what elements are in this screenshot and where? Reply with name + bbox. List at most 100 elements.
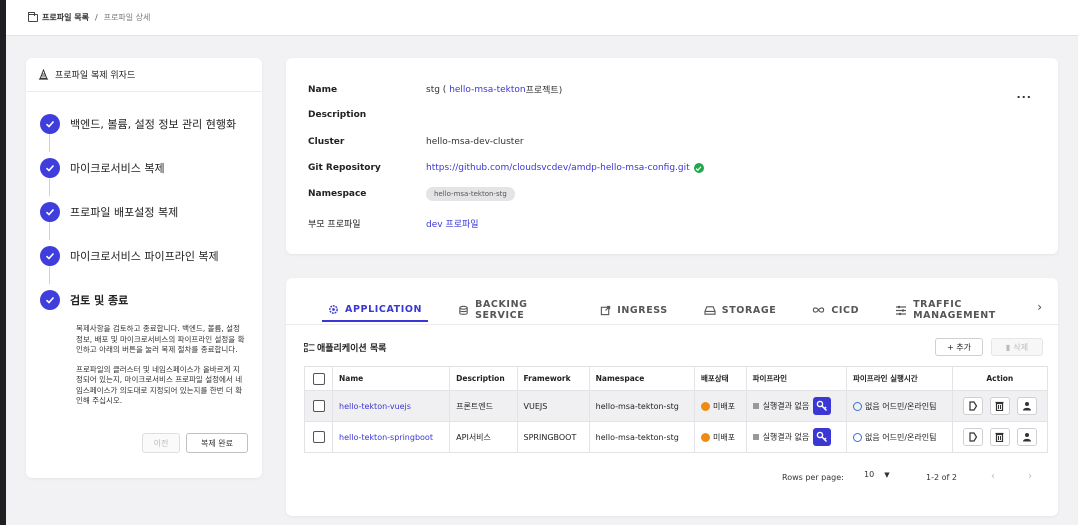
prev-page-icon[interactable]: ‹ bbox=[991, 471, 995, 482]
breadcrumb-separator: / bbox=[94, 13, 98, 22]
external-link-icon bbox=[600, 305, 611, 316]
clone-wizard-panel: 프로파일 복제 위자드 백엔드, 볼륨, 설정 정보 관리 현행화 마이크로서비… bbox=[26, 58, 262, 478]
column-header[interactable]: Name bbox=[331, 366, 451, 391]
tab-backing-service[interactable]: BACKING SERVICE bbox=[452, 298, 570, 322]
trash-icon[interactable] bbox=[989, 397, 1010, 415]
info-row-cluster: Cluster hello-msa-dev-cluster bbox=[308, 137, 524, 147]
key-icon[interactable] bbox=[813, 428, 832, 446]
more-menu-button[interactable]: ... bbox=[1016, 88, 1032, 101]
clone-complete-button[interactable]: 복제 완료 bbox=[186, 433, 248, 453]
warning-icon bbox=[700, 432, 710, 442]
git-repo-link[interactable]: https://github.com/cloudsvcdev/amdp-hell… bbox=[426, 163, 690, 173]
tab-application[interactable]: APPLICATION bbox=[322, 298, 429, 322]
breadcrumb: 프로파일 목록 / 프로파일 상세 bbox=[6, 0, 1078, 36]
app-name-link[interactable]: hello-tekton-vuejs bbox=[339, 402, 411, 411]
wizard-step-5[interactable]: 검토 및 종료 bbox=[40, 278, 262, 322]
pipeline-time-cell: 없음 어드민/온라인팀 bbox=[846, 421, 953, 453]
info-key: 부모 프로파일 bbox=[308, 220, 361, 230]
rows-per-page-select[interactable]: 10 ▼ bbox=[864, 470, 890, 479]
breadcrumb-current: 프로파일 상세 bbox=[103, 13, 151, 22]
wizard-buttons: 이전 복제 완료 bbox=[142, 433, 248, 453]
app-name-link[interactable]: hello-tekton-springboot bbox=[339, 433, 433, 442]
check-circle-icon bbox=[40, 202, 60, 222]
tab-label: CICD bbox=[831, 304, 860, 316]
table-row[interactable]: hello-tekton-springboot API서비스 SPRINGBOO… bbox=[304, 421, 1049, 453]
tab-storage[interactable]: STORAGE bbox=[698, 298, 783, 322]
prev-button[interactable]: 이전 bbox=[142, 433, 180, 453]
wizard-step-label: 백엔드, 볼륨, 설정 정보 관리 현행화 bbox=[70, 118, 237, 131]
wizard-step-label: 마이크로서비스 파이프라인 복제 bbox=[70, 250, 219, 263]
info-key: Git Repository bbox=[308, 163, 381, 173]
trash-icon[interactable] bbox=[989, 428, 1010, 446]
name-cell: hello-tekton-springboot bbox=[331, 421, 451, 453]
wizard-step-1[interactable]: 백엔드, 볼륨, 설정 정보 관리 현행화 bbox=[40, 102, 262, 146]
run-pipeline-icon[interactable] bbox=[962, 397, 983, 415]
deploy-status-text: 미배포 bbox=[712, 432, 736, 442]
rows-per-page-value: 10 bbox=[864, 470, 875, 479]
framework-cell: VUEJS bbox=[516, 390, 590, 422]
wizard-step-3[interactable]: 프로파일 배포설정 복제 bbox=[40, 190, 262, 234]
drive-icon bbox=[704, 305, 716, 316]
trash-icon: ▮ bbox=[1005, 342, 1011, 352]
wizard-steps: 백엔드, 볼륨, 설정 정보 관리 현행화 마이크로서비스 복제 프로파일 배포… bbox=[26, 92, 262, 322]
namespace-cell: hello-msa-tekton-stg bbox=[588, 421, 695, 453]
wizard-step-2[interactable]: 마이크로서비스 복제 bbox=[40, 146, 262, 190]
deploy-status-cell: 미배포 bbox=[693, 421, 747, 453]
run-pipeline-icon[interactable] bbox=[962, 428, 983, 446]
wizard-step-label: 검토 및 종료 bbox=[70, 294, 129, 307]
infinity-icon bbox=[812, 306, 825, 314]
key-icon[interactable] bbox=[813, 397, 832, 415]
tabs-scroll-right-icon[interactable]: › bbox=[1037, 300, 1042, 314]
tab-ingress[interactable]: INGRESS bbox=[594, 298, 674, 322]
table-row[interactable]: hello-tekton-vuejs 프론트엔드 VUEJS hello-msa… bbox=[304, 390, 1049, 422]
info-value: hello-msa-dev-cluster bbox=[426, 137, 524, 147]
column-header[interactable]: Namespace bbox=[588, 366, 695, 391]
tab-label: STORAGE bbox=[721, 304, 777, 316]
action-cell bbox=[951, 390, 1049, 422]
pipeline-text: 실행결과 없음 bbox=[762, 401, 810, 411]
verified-check-icon bbox=[693, 163, 704, 173]
column-header: Action bbox=[951, 366, 1049, 391]
breadcrumb-root[interactable]: 프로파일 목록 bbox=[42, 12, 89, 23]
column-header[interactable]: 배포상태 bbox=[693, 366, 747, 391]
add-button[interactable]: + 추가 bbox=[935, 338, 983, 356]
next-page-icon[interactable]: › bbox=[1028, 471, 1032, 482]
pipeline-cell: 실행결과 없음 bbox=[745, 421, 848, 453]
select-all-checkbox[interactable] bbox=[312, 372, 325, 385]
name-prefix: stg ( bbox=[426, 84, 447, 95]
column-header[interactable]: 파이프라인 bbox=[745, 366, 848, 391]
wizard-step-4[interactable]: 마이크로서비스 파이프라인 복제 bbox=[40, 234, 262, 278]
tab-traffic-management[interactable]: TRAFFIC MANAGEMENT bbox=[889, 298, 1034, 322]
parent-profile-link[interactable]: dev 프로파일 bbox=[426, 217, 479, 230]
delete-button[interactable]: ▮ 삭제 bbox=[991, 338, 1043, 356]
info-row-name: Name stg ( hello-msa-tekton 프로젝트) bbox=[308, 83, 562, 97]
app-window: 프로파일 목록 / 프로파일 상세 프로파일 복제 위자드 백엔드, 볼륨, 설… bbox=[6, 0, 1078, 525]
traffic-icon bbox=[895, 305, 907, 316]
wizard-step-label: 프로파일 배포설정 복제 bbox=[70, 206, 179, 219]
column-header[interactable]: Description bbox=[449, 366, 518, 391]
wizard-header: 프로파일 복제 위자드 bbox=[26, 58, 262, 92]
name-cell: hello-tekton-vuejs bbox=[331, 390, 451, 422]
info-row-parent: 부모 프로파일 dev 프로파일 bbox=[308, 217, 479, 230]
database-icon bbox=[458, 305, 469, 316]
user-icon[interactable] bbox=[1016, 428, 1037, 446]
tab-cicd[interactable]: CICD bbox=[806, 298, 865, 322]
user-icon[interactable] bbox=[1016, 397, 1037, 415]
project-link[interactable]: hello-msa-tekton bbox=[449, 85, 525, 95]
column-header[interactable]: Framework bbox=[516, 366, 590, 391]
namespace-chip: hello-msa-tekton-stg bbox=[426, 187, 515, 201]
pipeline-cell: 실행결과 없음 bbox=[745, 390, 848, 422]
traffic-cone-icon bbox=[38, 69, 49, 80]
row-checkbox[interactable] bbox=[312, 431, 325, 443]
row-select-cell bbox=[304, 390, 333, 422]
row-checkbox[interactable] bbox=[312, 400, 325, 412]
stop-icon bbox=[752, 434, 759, 440]
info-key: Cluster bbox=[308, 137, 345, 147]
wizard-title: 프로파일 복제 위자드 bbox=[55, 71, 136, 81]
delete-label: 삭제 bbox=[1013, 342, 1029, 352]
check-circle-icon bbox=[40, 290, 60, 310]
list-title: 애플리케이션 목록 bbox=[304, 341, 386, 354]
tab-label: BACKING SERVICE bbox=[475, 299, 528, 321]
column-header[interactable]: 파이프라인 실행시간 bbox=[846, 366, 953, 391]
warning-icon bbox=[700, 401, 710, 411]
